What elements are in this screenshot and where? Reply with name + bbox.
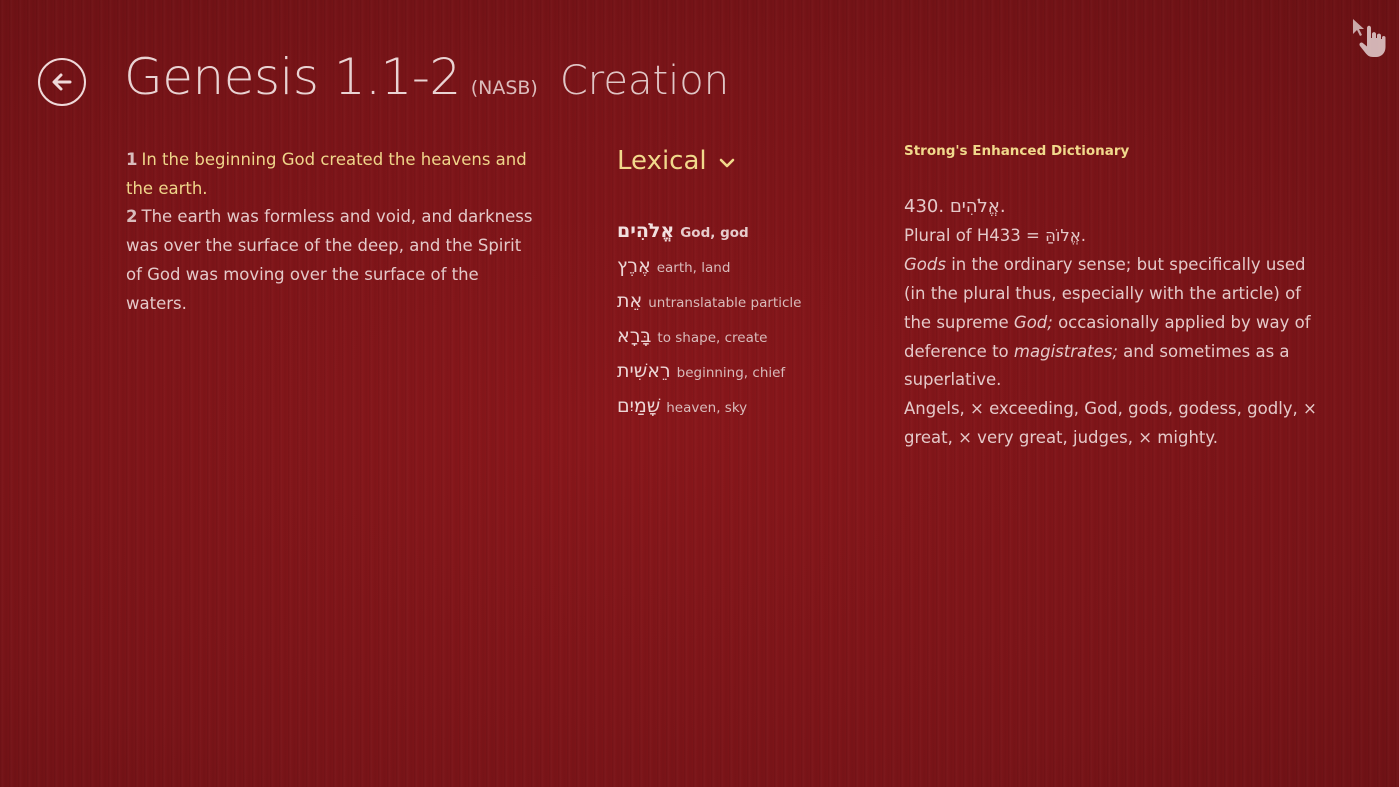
page-header: Genesis 1.1-2 (NASB) Creation — [124, 48, 729, 106]
verse-1[interactable]: 1 In the beginning God created the heaven… — [126, 150, 527, 198]
translation-version: (NASB) — [470, 77, 538, 99]
hebrew-word: שָׁמַיִם — [617, 395, 661, 417]
word-gloss: earth, land — [656, 260, 731, 276]
verse-text: The earth was formless and void, and dar… — [126, 207, 533, 313]
translation-list: Angels, × exceeding, God, gods, godess, … — [904, 399, 1317, 448]
word-gloss: heaven, sky — [666, 400, 748, 416]
lexical-label: Lexical — [617, 146, 707, 176]
lexical-item[interactable]: אֵת untranslatable particle — [617, 290, 877, 325]
verse-2[interactable]: 2 The earth was formless and void, and da… — [126, 207, 532, 312]
lexical-item[interactable]: שָׁמַיִם heaven, sky — [617, 395, 877, 430]
arrow-left-circle-icon — [52, 73, 72, 91]
dictionary-definition: 430. אֱלֹהִים. Plural of H433 = אֱלוֹהַּ… — [904, 193, 1324, 453]
hand-pointer-icon — [1353, 19, 1386, 57]
lexical-word-list: אֱלֹהִים God, god אֶרֶץ earth, land אֵת unt… — [617, 220, 877, 430]
plural-of-reference: Plural of H433 = אֱלוֹהַּ. — [904, 225, 1087, 245]
verse-number: 1 — [126, 150, 138, 169]
word-gloss: God, god — [680, 225, 749, 241]
lexical-item[interactable]: אֶרֶץ earth, land — [617, 255, 877, 290]
scripture-passage: 1 In the beginning God created the heaven… — [126, 146, 536, 318]
word-gloss: beginning, chief — [676, 365, 786, 381]
passage-subtitle: Creation — [559, 58, 730, 104]
hebrew-word: אֵת — [617, 290, 643, 312]
verse-number: 2 — [126, 207, 138, 227]
page-title: Genesis 1.1-2 — [124, 48, 461, 106]
lexical-item[interactable]: בָּרָא to shape, create — [617, 325, 877, 360]
lexical-item[interactable]: רֵאשִׁית beginning, chief — [617, 360, 877, 395]
lexical-item[interactable]: אֱלֹהִים God, god — [617, 220, 877, 255]
lexical-dropdown[interactable]: Lexical — [617, 146, 735, 176]
hebrew-word: אֱלֹהִים — [617, 220, 675, 242]
definition-emphasis: God; — [1013, 312, 1053, 332]
definition-emphasis: magistrates; — [1013, 341, 1118, 361]
word-gloss: untranslatable particle — [648, 295, 802, 311]
word-gloss: to shape, create — [657, 330, 768, 346]
hebrew-word: אֶרֶץ — [617, 255, 651, 277]
hebrew-word: בָּרָא — [617, 325, 652, 347]
back-button[interactable] — [38, 58, 86, 106]
definition-text: Gods in the ordinary sense; but specific… — [904, 251, 1324, 396]
definition-emphasis: Gods — [904, 254, 946, 274]
chevron-down-icon — [719, 158, 734, 168]
dictionary-title: Strong's Enhanced Dictionary — [904, 143, 1130, 159]
verse-text: In the beginning God created the heavens… — [126, 150, 527, 198]
hebrew-word: רֵאשִׁית — [617, 360, 671, 382]
strongs-entry-number: 430. אֱלֹהִים. — [904, 196, 1006, 217]
